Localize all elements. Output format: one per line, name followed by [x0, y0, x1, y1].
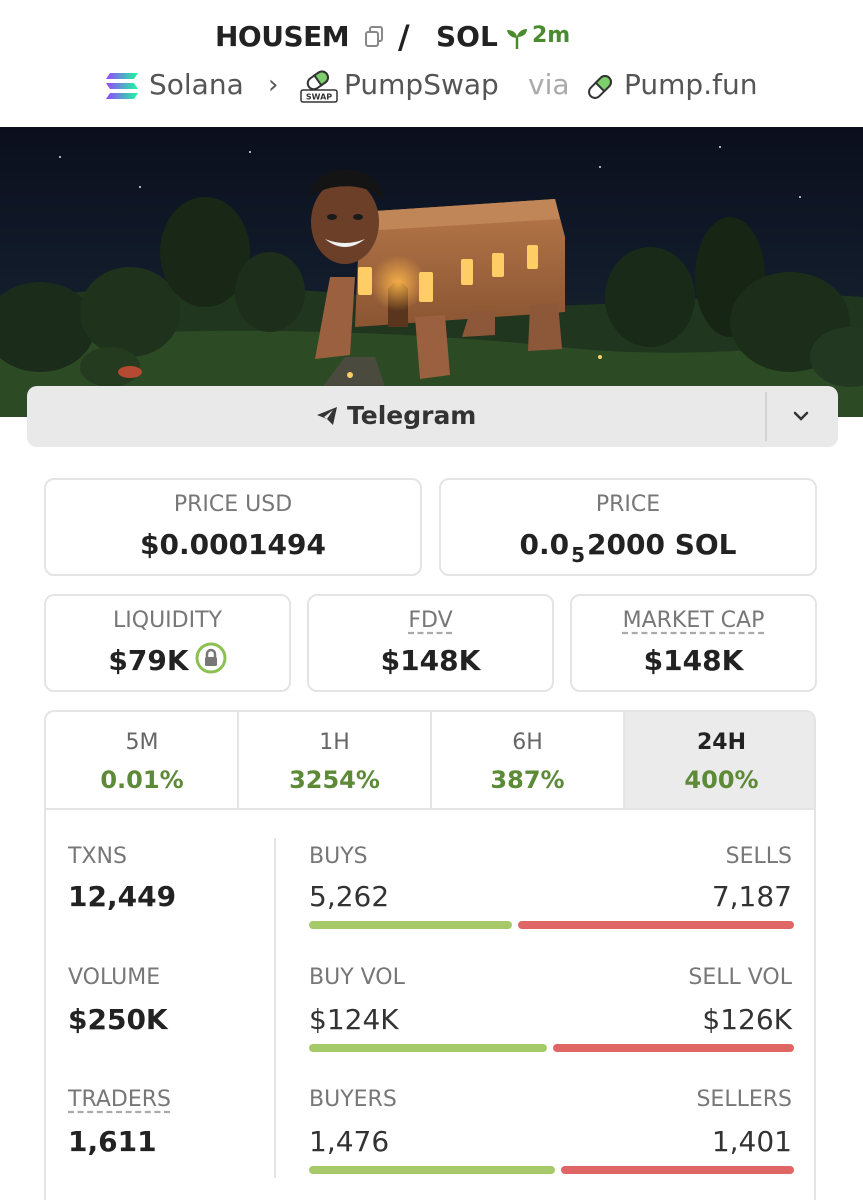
- volume-value: $250K: [68, 1003, 168, 1036]
- market-cap-card: MARKET CAP $148K: [570, 594, 817, 692]
- txns-label: TXNS: [68, 844, 127, 869]
- price-native-label: PRICE: [595, 492, 661, 517]
- via-text: via: [528, 68, 570, 101]
- sprout-icon: [505, 26, 529, 50]
- tab-24h[interactable]: 24H 400%: [625, 712, 814, 810]
- price-prefix: 0.0: [519, 528, 570, 561]
- buy-sell-vol-bar: [309, 1044, 794, 1052]
- price-native-value: 0.0 52000 SOL: [441, 528, 815, 567]
- market-cap-value: $148K: [643, 644, 744, 677]
- tab-change: 387%: [490, 766, 565, 794]
- sells-label: SELLS: [725, 844, 792, 869]
- buys-label: BUYS: [309, 844, 368, 869]
- telegram-button[interactable]: Telegram: [27, 386, 765, 447]
- token-symbol: HOUSEM: [215, 20, 350, 53]
- tab-label: 5M: [125, 730, 159, 755]
- liquidity-label: LIQUIDITY: [113, 608, 222, 633]
- pill-icon: [584, 72, 616, 102]
- lock-icon[interactable]: [195, 642, 227, 674]
- fdv-label[interactable]: FDV: [408, 608, 452, 633]
- tab-label: 6H: [512, 730, 543, 755]
- buys-value: 5,262: [309, 880, 390, 913]
- sell-vol-value: $126K: [702, 1003, 792, 1036]
- market-cap-label[interactable]: MARKET CAP: [623, 608, 765, 633]
- activity-panel: 5M 0.01% 1H 3254% 6H 387% 24H 400% TXNS …: [44, 710, 816, 1200]
- tab-label: 1H: [319, 730, 350, 755]
- volume-label: VOLUME: [68, 965, 161, 990]
- token-banner-image: [0, 127, 863, 417]
- tab-label: 24H: [696, 730, 747, 755]
- liquidity-value-row: $79K: [46, 642, 289, 678]
- pumpswap-icon: SWAP: [300, 68, 338, 104]
- price-native-card: PRICE 0.0 52000 SOL: [439, 478, 817, 576]
- pair-separator: /: [398, 18, 410, 56]
- dex-link[interactable]: PumpSwap: [344, 68, 499, 101]
- liquidity-value: $79K: [108, 644, 189, 677]
- chevron-right-icon: ›: [268, 70, 279, 100]
- pair-header: HOUSEM / SOL 2m: [0, 18, 863, 58]
- price-usd-value: $0.0001494: [140, 528, 326, 561]
- solana-icon: [104, 71, 140, 101]
- launchpad-link[interactable]: Pump.fun: [624, 68, 757, 101]
- txns-value: 12,449: [68, 880, 177, 913]
- column-divider: [274, 838, 276, 1178]
- swap-badge-text: SWAP: [306, 93, 332, 102]
- price-zero-count: 5: [571, 543, 586, 567]
- buyers-label: BUYERS: [309, 1087, 397, 1112]
- buyers-value: 1,476: [309, 1125, 390, 1158]
- tab-change: 3254%: [289, 766, 380, 794]
- tab-1h[interactable]: 1H 3254%: [239, 712, 430, 810]
- quote-symbol: SOL: [436, 20, 498, 53]
- price-suffix: 2000 SOL: [587, 528, 737, 561]
- pair-age: 2m: [532, 23, 571, 48]
- telegram-label: Telegram: [347, 401, 477, 430]
- copy-icon[interactable]: [364, 26, 384, 48]
- socials-bar: Telegram: [27, 386, 838, 447]
- sells-value: 7,187: [711, 880, 792, 913]
- telegram-icon: [315, 404, 339, 428]
- buys-sells-bar: [309, 921, 794, 929]
- breadcrumb: Solana › SWAP PumpSwap via Pump.fun: [0, 66, 863, 106]
- sellers-value: 1,401: [711, 1125, 792, 1158]
- fdv-value: $148K: [380, 644, 481, 677]
- sell-vol-label: SELL VOL: [688, 965, 792, 990]
- sell-bar-fill: [561, 1166, 794, 1174]
- traders-value: 1,611: [68, 1125, 157, 1158]
- tab-6h[interactable]: 6H 387%: [432, 712, 623, 810]
- tab-change: 400%: [684, 766, 759, 794]
- sell-bar-fill: [553, 1044, 794, 1052]
- chevron-down-icon: [793, 411, 809, 421]
- buy-vol-label: BUY VOL: [309, 965, 405, 990]
- buyers-sellers-bar: [309, 1166, 794, 1174]
- liquidity-card: LIQUIDITY $79K: [44, 594, 291, 692]
- chain-link[interactable]: Solana: [149, 68, 244, 101]
- tab-5m[interactable]: 5M 0.01%: [46, 712, 238, 810]
- traders-label[interactable]: TRADERS: [68, 1087, 171, 1112]
- sell-bar-fill: [518, 921, 794, 929]
- buy-bar-fill: [309, 921, 512, 929]
- price-usd-card: PRICE USD $0.0001494: [44, 478, 422, 576]
- price-usd-label: PRICE USD: [173, 492, 293, 517]
- fdv-card: FDV $148K: [307, 594, 554, 692]
- socials-dropdown-toggle[interactable]: [767, 386, 838, 447]
- buy-bar-fill: [309, 1166, 555, 1174]
- tabs-divider: [46, 808, 814, 810]
- buy-vol-value: $124K: [309, 1003, 399, 1036]
- buy-bar-fill: [309, 1044, 547, 1052]
- sellers-label: SELLERS: [696, 1087, 792, 1112]
- tab-change: 0.01%: [100, 766, 184, 794]
